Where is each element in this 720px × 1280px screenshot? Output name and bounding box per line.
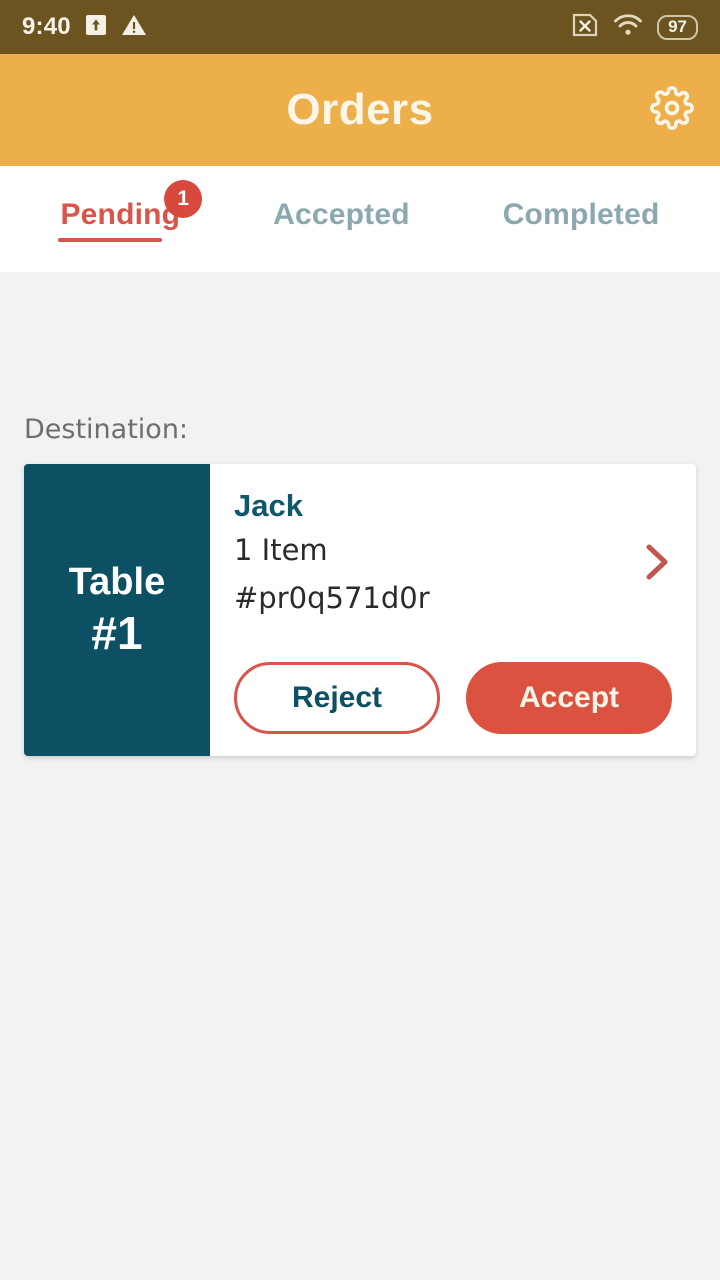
- destination-label: Destination:: [24, 414, 189, 445]
- tab-bar: Pending 1 Accepted Completed: [0, 166, 720, 272]
- orders-content: Destination: Table #1 Jack 1 Item #pr0q5…: [0, 272, 720, 1280]
- tab-completed[interactable]: Completed: [499, 192, 664, 246]
- order-details-button[interactable]: [640, 540, 674, 584]
- gear-icon: [650, 86, 694, 134]
- tab-accepted-label: Accepted: [273, 198, 410, 231]
- tab-completed-label: Completed: [502, 198, 660, 231]
- order-card-body: Jack 1 Item #pr0q571d0r Reject Accept: [210, 464, 696, 756]
- order-id: #pr0q571d0r: [234, 581, 430, 615]
- order-card[interactable]: Table #1 Jack 1 Item #pr0q571d0r Reject …: [24, 464, 696, 756]
- status-bar: 9:40 97: [0, 0, 720, 54]
- status-bar-right: 97: [571, 12, 698, 42]
- status-time: 9:40: [22, 13, 71, 40]
- accept-button[interactable]: Accept: [466, 662, 672, 734]
- table-word-label: Table: [68, 560, 166, 603]
- tab-active-indicator: [58, 238, 163, 242]
- page-title: Orders: [286, 85, 434, 134]
- table-panel: Table #1: [24, 464, 210, 756]
- table-number-label: #1: [91, 606, 143, 659]
- tab-pending[interactable]: Pending 1: [56, 180, 203, 246]
- no-sim-icon: [571, 12, 599, 42]
- tab-pending-badge: 1: [164, 180, 203, 218]
- status-bar-left: 9:40: [22, 13, 147, 41]
- wifi-icon: [613, 13, 643, 41]
- upload-box-icon: [84, 13, 108, 41]
- order-actions: Reject Accept: [234, 662, 672, 734]
- reject-button[interactable]: Reject: [234, 662, 440, 734]
- warning-triangle-icon: [121, 13, 147, 41]
- settings-button[interactable]: [646, 84, 698, 136]
- app-bar: Orders: [0, 54, 720, 166]
- tab-accepted[interactable]: Accepted: [269, 192, 414, 246]
- tab-pending-label: Pending: [60, 198, 181, 231]
- customer-name: Jack: [234, 488, 303, 523]
- chevron-right-icon: [640, 544, 674, 588]
- battery-indicator: 97: [657, 14, 698, 40]
- item-count: 1 Item: [234, 533, 328, 567]
